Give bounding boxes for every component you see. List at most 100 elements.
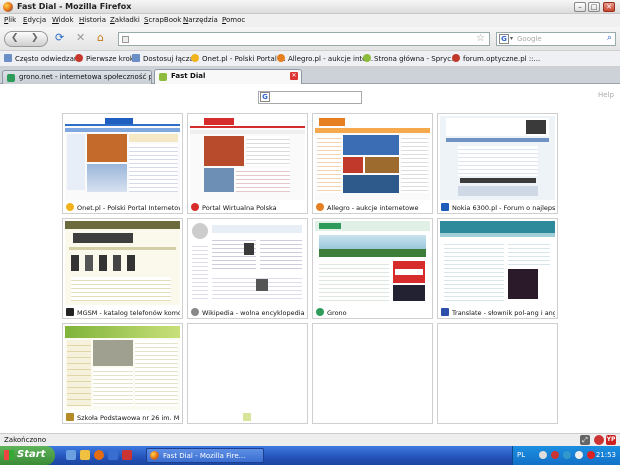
volume-icon[interactable] [575, 451, 583, 459]
firefox-icon[interactable] [94, 450, 104, 460]
allegro-icon [316, 203, 324, 211]
window-title: Fast Dial - Mozilla Firefox [17, 2, 132, 11]
taskbar-window-button[interactable]: Fast Dial - Mozilla Fire... [146, 448, 264, 463]
dial-onet[interactable]: Onet.pl - Polski Portal Internetow [62, 113, 183, 214]
dial-translate[interactable]: Translate - słownik pol-ang i ang- [437, 218, 558, 319]
taskbar: Start Fast Dial - Mozilla Fire... PL 21:… [0, 446, 620, 465]
close-button[interactable]: ✕ [603, 2, 615, 12]
fast-dial-page: G Help Onet.pl - Polski Portal Interneto… [0, 85, 620, 433]
tab-grono[interactable]: grono.net - internetowa społeczność p... [2, 70, 152, 84]
bookmark-item[interactable]: forum.optyczne.pl ::... [452, 54, 540, 63]
bookmark-item[interactable]: Często odwiedzane [4, 54, 83, 63]
school-thumbnail [65, 326, 180, 410]
menu-pomoc[interactable]: Pomoc [222, 16, 245, 24]
dial-grono[interactable]: Grono [312, 218, 433, 319]
wp-thumbnail [190, 116, 305, 200]
allegro-thumbnail [315, 116, 430, 200]
dial-empty[interactable] [312, 323, 433, 424]
dial-wp[interactable]: Portal Wirtualna Polska [187, 113, 308, 214]
menu-bar: Plik Edycja Widok Historia Zakładki Scra… [0, 14, 620, 27]
tab-close-icon[interactable]: ✕ [290, 72, 298, 80]
dial-title: Portal Wirtualna Polska [202, 204, 277, 212]
tray-icon[interactable] [563, 451, 571, 459]
menu-zakladki[interactable]: Zakładki [110, 16, 140, 24]
school-icon [66, 413, 74, 421]
home-icon[interactable]: ⌂ [97, 32, 104, 44]
back-arrow-icon[interactable]: ❮ [11, 33, 19, 43]
tray-icon[interactable] [551, 451, 559, 459]
menu-edycja[interactable]: Edycja [23, 16, 46, 24]
translate-thumbnail [440, 221, 555, 305]
firefox-icon [150, 451, 159, 460]
quicklaunch-icon[interactable] [122, 450, 132, 460]
dial-title: Nokia 6300.pl - Forum o najlepsz [452, 204, 555, 212]
status-text: Zakończono [4, 436, 47, 444]
google-search-input[interactable]: G [258, 91, 362, 104]
leaf-icon [363, 54, 371, 62]
dial-nokia[interactable]: Nokia 6300.pl - Forum o najlepsz [437, 113, 558, 214]
menu-widok[interactable]: Widok [52, 16, 74, 24]
quicklaunch-icon[interactable] [108, 450, 118, 460]
search-bar[interactable]: G ▾ Google ⌕ [496, 32, 616, 46]
bookmark-item[interactable]: Strona główna - Spryc... [363, 54, 458, 63]
grono-icon [7, 74, 15, 82]
google-icon[interactable]: G [499, 34, 509, 44]
wikipedia-thumbnail [190, 221, 305, 305]
menu-narzedzia[interactable]: Narzędzia [183, 16, 218, 24]
dial-wikipedia[interactable]: Wikipedia - wolna encyklopedia [187, 218, 308, 319]
dial-empty[interactable] [187, 323, 308, 424]
yp-icon[interactable]: YP [606, 435, 616, 445]
tray-icon[interactable] [539, 451, 547, 459]
dial-title: MGSM - katalog telefonów komórl [77, 309, 180, 317]
navigation-toolbar: ❮ ❯ ⟳ ✕ ⌂ ☆ G ▾ Google ⌕ [0, 27, 620, 51]
nokia-thumbnail [440, 116, 555, 200]
nokia-icon [441, 203, 449, 211]
tab-fast-dial[interactable]: Fast Dial ✕ [154, 69, 302, 84]
block-icon[interactable] [594, 435, 604, 445]
stop-icon[interactable]: ✕ [76, 32, 85, 44]
quicklaunch-icon[interactable] [80, 450, 90, 460]
show-desktop-icon[interactable] [66, 450, 76, 460]
menu-plik[interactable]: Plik [4, 16, 16, 24]
bookmark-star-icon[interactable]: ☆ [476, 33, 485, 44]
bookmark-item[interactable]: Pierwsze kroki [75, 54, 136, 63]
optyczne-icon [452, 54, 460, 62]
menu-historia[interactable]: Historia [79, 16, 106, 24]
dial-mgsm[interactable]: MGSM - katalog telefonów komórl [62, 218, 183, 319]
start-button[interactable]: Start [0, 446, 55, 465]
search-icon[interactable]: ⌕ [607, 33, 612, 43]
dial-title: Translate - słownik pol-ang i ang- [452, 309, 555, 317]
status-bar: Zakończono ⤢ YP [0, 433, 620, 446]
system-tray: PL 21:53 [512, 446, 620, 465]
mgsm-thumbnail [65, 221, 180, 305]
language-indicator[interactable]: PL [517, 451, 525, 459]
reload-icon[interactable]: ⟳ [55, 32, 64, 44]
minimize-button[interactable]: – [574, 2, 586, 12]
bookmark-item[interactable]: Allegro.pl - aukcje inte... [277, 54, 373, 63]
forward-arrow-icon[interactable]: ❯ [31, 33, 39, 43]
dial-school[interactable]: Szkoła Podstawowa nr 26 im. Min [62, 323, 183, 424]
allegro-icon [277, 54, 285, 62]
page-icon [132, 54, 140, 62]
url-bar[interactable]: ☆ [118, 32, 490, 46]
dial-title: Onet.pl - Polski Portal Internetow [77, 204, 180, 212]
tray-icon[interactable] [587, 451, 595, 459]
search-placeholder: Google [517, 35, 542, 43]
maximize-button[interactable]: □ [588, 2, 600, 12]
dial-title: Grono [327, 309, 347, 317]
addon-icon[interactable]: ⤢ [580, 435, 590, 445]
fast-dial-icon [243, 413, 251, 421]
title-bar: Fast Dial - Mozilla Firefox – □ ✕ [0, 0, 620, 14]
menu-scrapbook[interactable]: ScrapBook [144, 16, 181, 24]
translate-icon [441, 308, 449, 316]
bookmarks-toolbar: Często odwiedzane Pierwsze kroki Dostosu… [0, 51, 620, 67]
chevron-down-icon[interactable]: ▾ [510, 35, 513, 42]
clock: 21:53 [595, 451, 616, 459]
dial-allegro[interactable]: Allegro - aukcje internetowe [312, 113, 433, 214]
bookmark-item[interactable]: Dostosuj łącza [132, 54, 194, 63]
dial-empty[interactable] [437, 323, 558, 424]
mgsm-icon [66, 308, 74, 316]
bookmark-item[interactable]: Onet.pl - Polski Portal ... [191, 54, 286, 63]
grono-icon [316, 308, 324, 316]
help-link[interactable]: Help [598, 91, 614, 99]
